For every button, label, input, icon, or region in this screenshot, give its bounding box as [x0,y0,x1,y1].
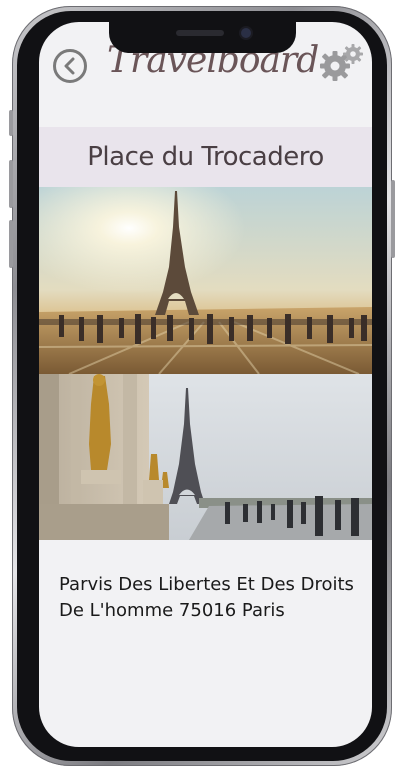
eiffel-tower-sunset-photo [39,187,372,374]
place-title: Place du Trocadero [87,142,324,172]
speaker-grille [176,30,224,36]
settings-button[interactable] [317,42,365,82]
eiffel-tower-statues-photo [39,374,372,540]
place-title-bar: Place du Trocadero [39,127,372,187]
back-button[interactable] [53,49,87,83]
volume-up-button [9,160,13,208]
phone-notch [109,22,296,53]
power-button [391,180,395,258]
mute-switch [9,110,13,136]
app-screen: Travelboard Place du Trocadero Parvis De… [39,22,372,747]
place-address: Parvis Des Libertes Et Des Droits De L'h… [59,574,354,621]
volume-down-button [9,220,13,268]
chevron-left-icon [64,57,75,75]
gears-icon [320,44,363,81]
front-camera [241,28,251,38]
